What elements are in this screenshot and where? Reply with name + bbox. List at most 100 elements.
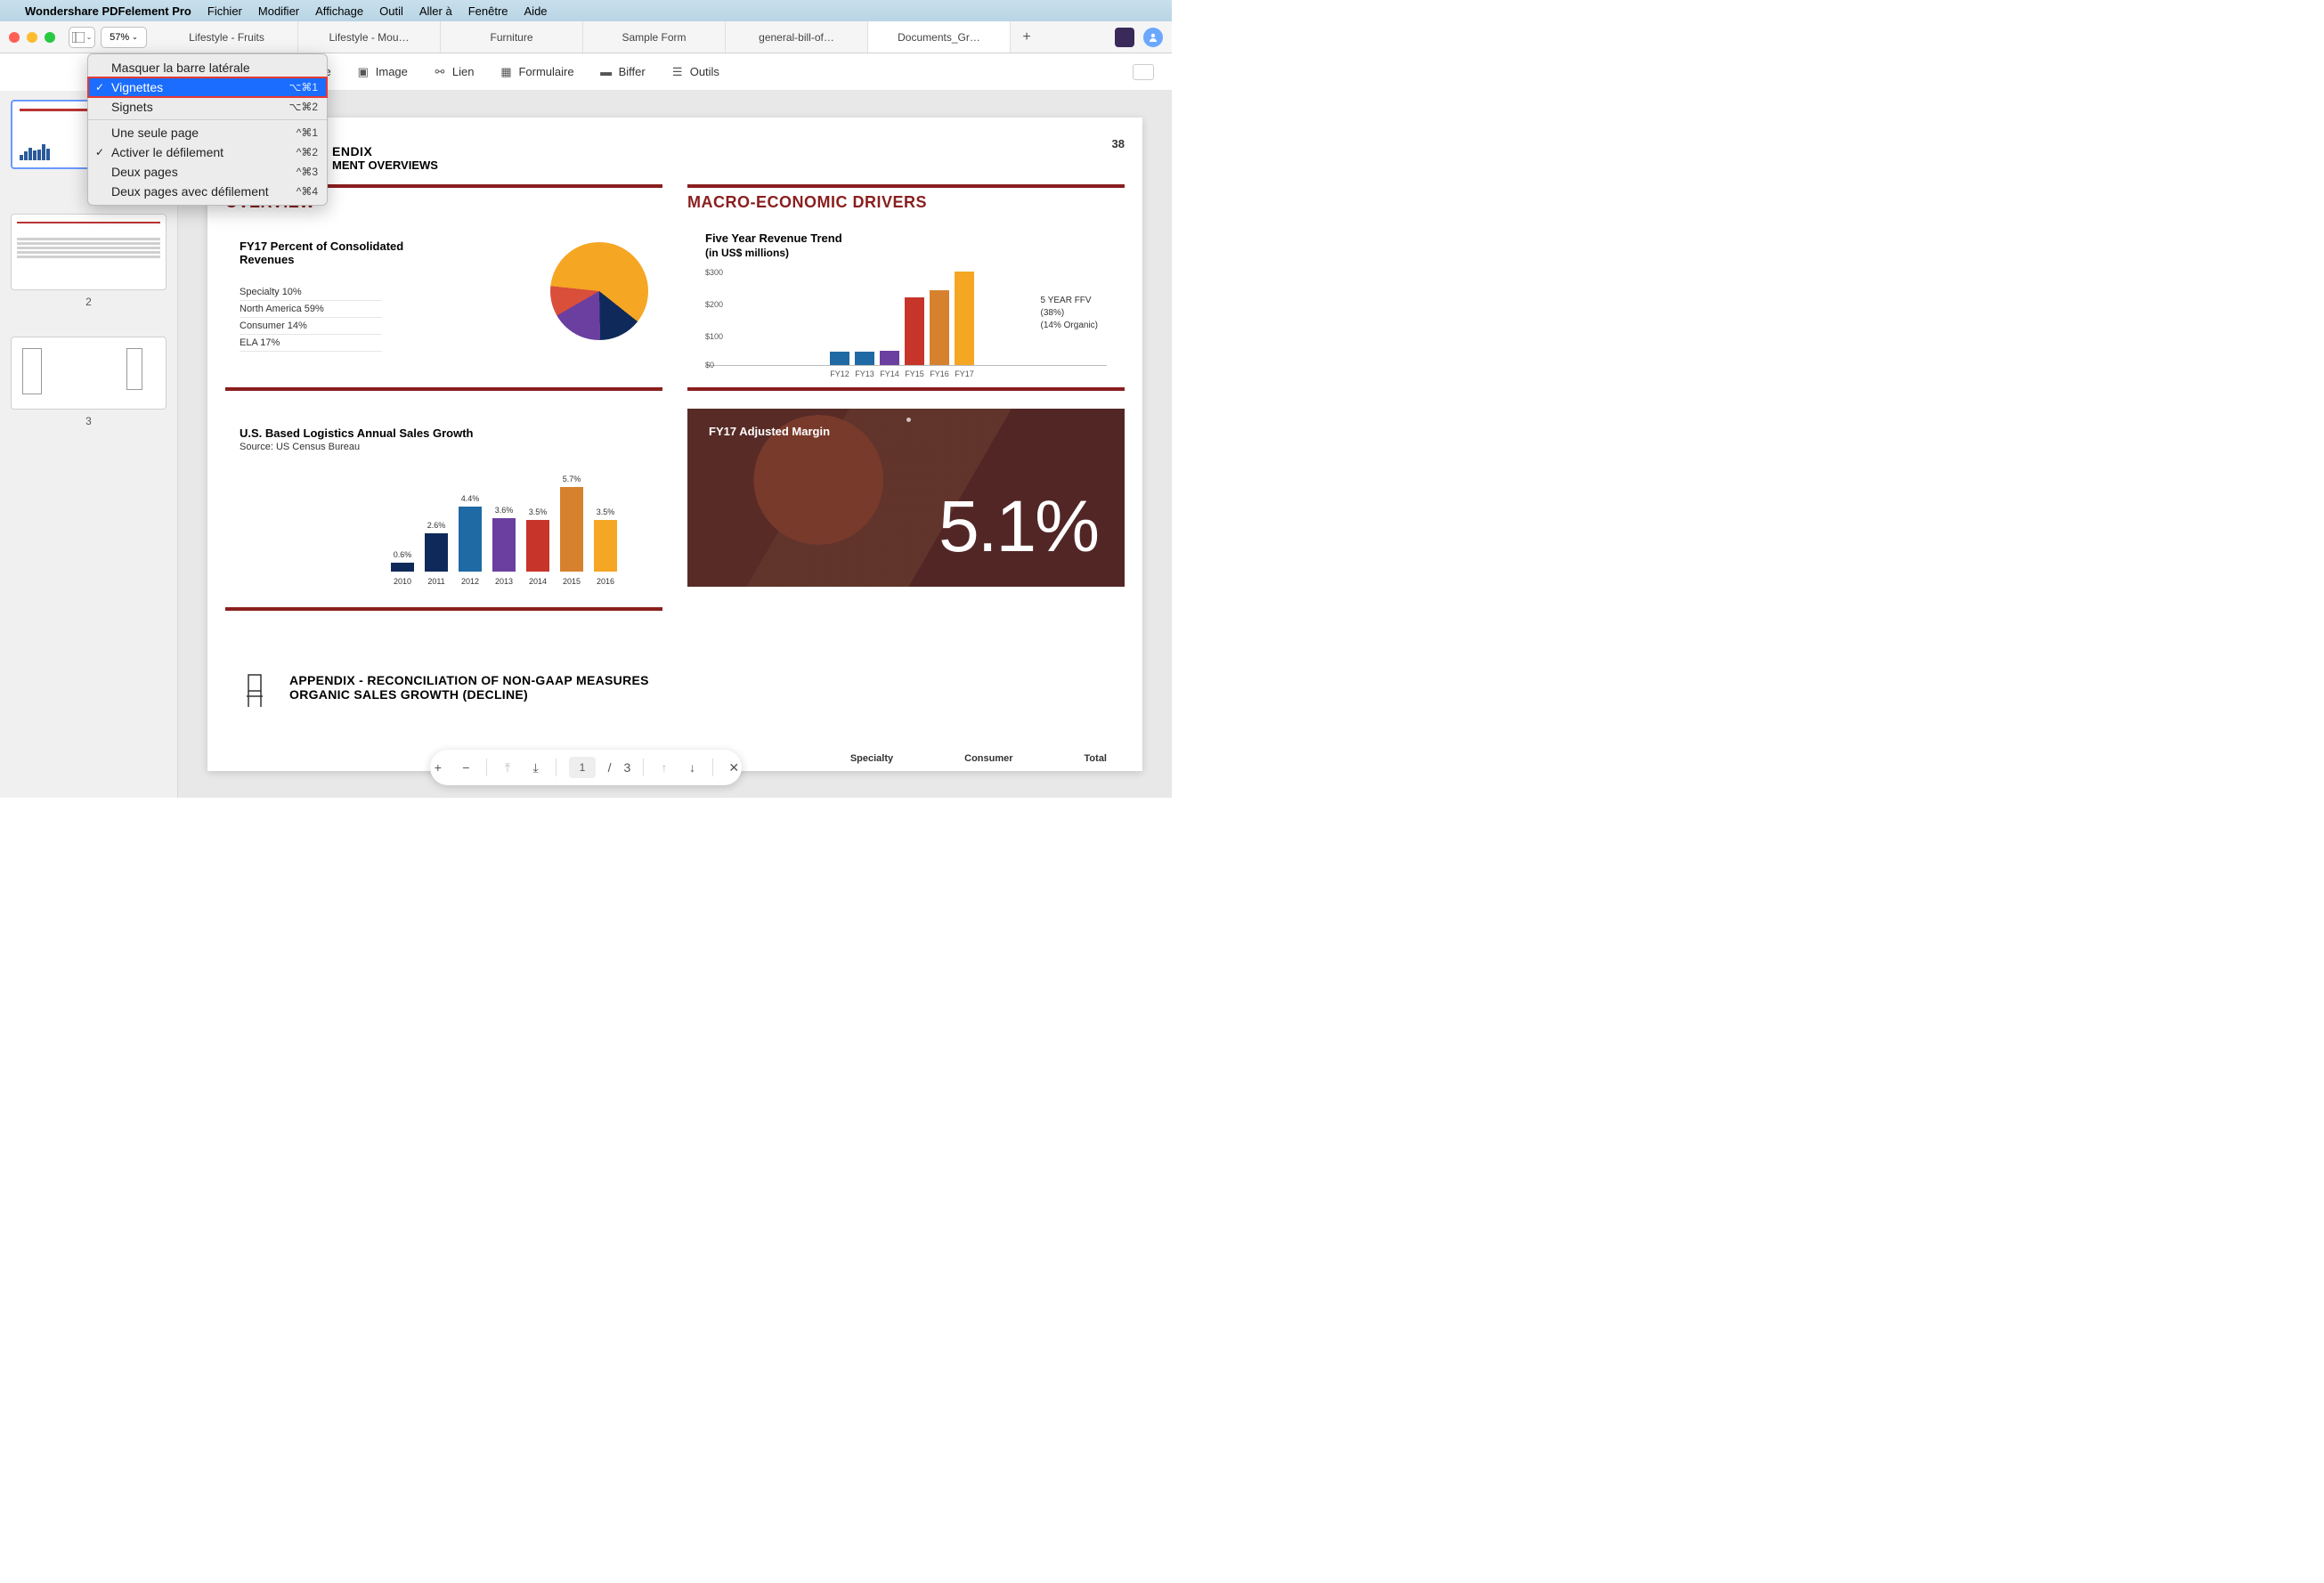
- menu-fenetre[interactable]: Fenêtre: [468, 4, 508, 18]
- macro-bar: [855, 352, 874, 365]
- dropdown-item-vignettes[interactable]: ✓Vignettes⌥⌘1: [88, 77, 327, 97]
- cat-total: Total: [1085, 753, 1107, 764]
- check-icon: ✓: [95, 81, 104, 93]
- dropdown-item-deux-pages-avec-d-filement[interactable]: Deux pages avec défilement^⌘4: [88, 182, 327, 201]
- logistics-bar: [526, 520, 549, 572]
- last-page-button[interactable]: ⤓: [528, 760, 544, 775]
- tool-lien[interactable]: ⚯Lien: [433, 65, 475, 79]
- logistics-bar: [560, 487, 583, 572]
- zoom-out-button[interactable]: −: [459, 760, 475, 775]
- macro-annotation: 5 YEAR FFV (38%) (14% Organic): [1041, 295, 1098, 332]
- logistics-x-label: 2014: [529, 577, 547, 586]
- dropdown-item-label: Signets: [111, 100, 153, 114]
- check-icon: ✓: [95, 146, 104, 158]
- new-tab-button[interactable]: +: [1011, 21, 1043, 53]
- tool-image[interactable]: ▣Image: [356, 65, 408, 79]
- zoom-selector[interactable]: 57% ⌄: [101, 27, 147, 48]
- margin-value: 5.1%: [939, 485, 1098, 569]
- total-pages: 3: [623, 760, 630, 775]
- bar-value-label: 0.6%: [394, 550, 412, 559]
- macro-subhead-2: (in US$ millions): [705, 247, 1107, 259]
- macro-x-label: FY13: [855, 369, 874, 378]
- menu-separator: [88, 119, 327, 120]
- dropdown-item-label: Vignettes: [111, 80, 163, 94]
- tool-formulaire[interactable]: ▦Formulaire: [499, 65, 573, 79]
- menu-affichage[interactable]: Affichage: [315, 4, 363, 18]
- margin-title: FY17 Adjusted Margin: [709, 425, 830, 438]
- logistics-x-label: 2016: [597, 577, 614, 586]
- bar-value-label: 2.6%: [427, 521, 446, 530]
- pdf-page: 38 ENDIX MENT OVERVIEWS OVERVIEW FY17 Pe…: [207, 118, 1142, 771]
- tab-general-bill[interactable]: general-bill-of…: [726, 21, 868, 53]
- dropdown-item-shortcut: ^⌘2: [297, 146, 318, 158]
- bar-value-label: 4.4%: [461, 494, 480, 503]
- dropdown-item-deux-pages[interactable]: Deux pages^⌘3: [88, 162, 327, 182]
- macro-x-labels: FY12FY13FY14FY15FY16FY17: [830, 369, 1107, 378]
- menu-fichier[interactable]: Fichier: [207, 4, 242, 18]
- logistics-bar-chart: 0.6%20102.6%20114.4%20123.6%20133.5%2014…: [391, 470, 648, 586]
- cat-consumer: Consumer: [964, 753, 1012, 764]
- menu-allera[interactable]: Aller à: [419, 4, 452, 18]
- chevron-down-icon: ⌄: [132, 33, 138, 41]
- menu-aide[interactable]: Aide: [524, 4, 548, 18]
- tab-furniture[interactable]: Furniture: [441, 21, 583, 53]
- user-account-icon[interactable]: [1143, 28, 1163, 47]
- dropdown-item-label: Deux pages: [111, 165, 178, 179]
- zoom-in-button[interactable]: +: [430, 760, 446, 775]
- legend-ela: ELA 17%: [240, 335, 382, 352]
- prev-page-button[interactable]: ↑: [656, 760, 672, 775]
- macro-x-label: FY12: [830, 369, 849, 378]
- macro-bar: [830, 352, 849, 365]
- bar-value-label: 3.6%: [495, 506, 514, 515]
- logistics-x-label: 2013: [495, 577, 513, 586]
- macro-bar: [905, 297, 924, 365]
- page-thumbnail-2[interactable]: [11, 214, 167, 290]
- macro-subhead-1: Five Year Revenue Trend: [705, 231, 1107, 245]
- dropdown-item-une-seule-page[interactable]: Une seule page^⌘1: [88, 123, 327, 142]
- dropdown-item-masquer-la-barre-lat-rale[interactable]: Masquer la barre latérale: [88, 58, 327, 77]
- logistics-bar: [459, 507, 482, 572]
- logistics-x-label: 2012: [461, 577, 479, 586]
- tool-biffer[interactable]: ▬Biffer: [599, 65, 646, 79]
- redact-icon: ▬: [599, 65, 614, 79]
- bar-value-label: 3.5%: [597, 507, 615, 516]
- dropdown-item-activer-le-d-filement[interactable]: ✓Activer le défilement^⌘2: [88, 142, 327, 162]
- maximize-window-button[interactable]: [45, 32, 55, 43]
- next-page-button[interactable]: ↓: [685, 760, 701, 775]
- close-bar-button[interactable]: ✕: [726, 760, 742, 775]
- tab-lifestyle-mou[interactable]: Lifestyle - Mou…: [298, 21, 441, 53]
- overview-card: OVERVIEW FY17 Percent of Consolidated Re…: [225, 184, 662, 391]
- minimize-window-button[interactable]: [27, 32, 37, 43]
- adjusted-margin-card: FY17 Adjusted Margin 5.1%: [687, 409, 1125, 587]
- logistics-bar: [492, 518, 516, 572]
- tab-sample-form[interactable]: Sample Form: [583, 21, 726, 53]
- close-window-button[interactable]: [9, 32, 20, 43]
- logistics-bar: [594, 520, 617, 572]
- logistics-card: U.S. Based Logistics Annual Sales Growth…: [225, 409, 662, 611]
- appendix2-line1: APPENDIX - RECONCILIATION OF NON-GAAP ME…: [289, 673, 649, 687]
- dropdown-item-shortcut: ^⌘1: [297, 126, 318, 139]
- thumbnail-label-2: 2: [11, 296, 167, 308]
- overview-subhead: FY17 Percent of Consolidated Revenues: [240, 239, 461, 266]
- menu-modifier[interactable]: Modifier: [258, 4, 299, 18]
- window-chrome: ⌄ 57% ⌄ Lifestyle - Fruits Lifestyle - M…: [0, 21, 1172, 53]
- tool-outils[interactable]: ☰Outils: [670, 65, 719, 79]
- page-thumbnail-3[interactable]: [11, 337, 167, 410]
- ai-assistant-icon[interactable]: [1115, 28, 1134, 47]
- reading-view-toggle[interactable]: [1133, 64, 1154, 80]
- first-page-button[interactable]: ⤒: [500, 760, 516, 775]
- macro-x-label: FY17: [955, 369, 974, 378]
- app-name[interactable]: Wondershare PDFelement Pro: [25, 4, 191, 18]
- logistics-bar: [425, 533, 448, 572]
- tab-documents-gr[interactable]: Documents_Gr…: [868, 21, 1011, 53]
- legend-specialty: Specialty 10%: [240, 284, 382, 301]
- sidebar-toggle-button[interactable]: ⌄: [69, 27, 95, 48]
- menu-outil[interactable]: Outil: [379, 4, 403, 18]
- dropdown-item-signets[interactable]: Signets ⌥⌘2: [88, 97, 327, 117]
- dropdown-item-shortcut: ⌥⌘2: [288, 101, 318, 113]
- tab-lifestyle-fruits[interactable]: Lifestyle - Fruits: [156, 21, 298, 53]
- logistics-bar-group: 3.5% 2016: [594, 507, 617, 586]
- current-page-input[interactable]: 1: [569, 757, 595, 778]
- macro-x-label: FY16: [930, 369, 949, 378]
- dropdown-item-label: Deux pages avec défilement: [111, 184, 269, 199]
